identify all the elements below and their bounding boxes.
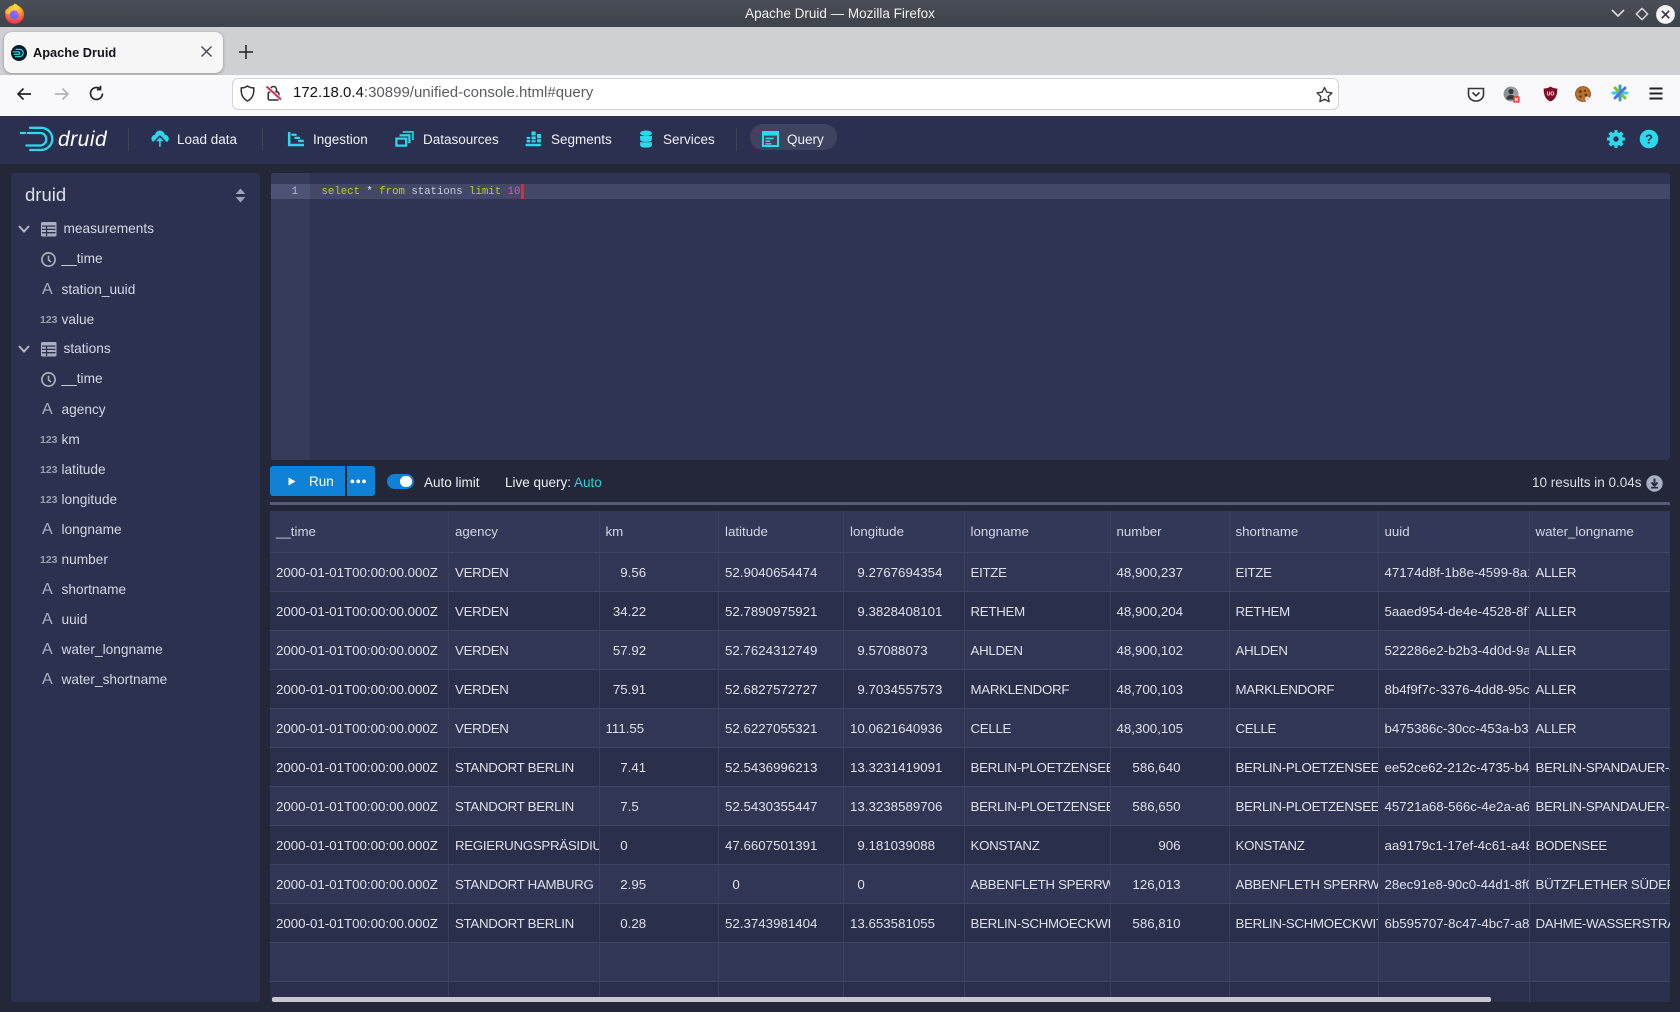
svg-text:UO: UO [1547,92,1555,98]
svg-text:?: ? [1645,132,1653,147]
